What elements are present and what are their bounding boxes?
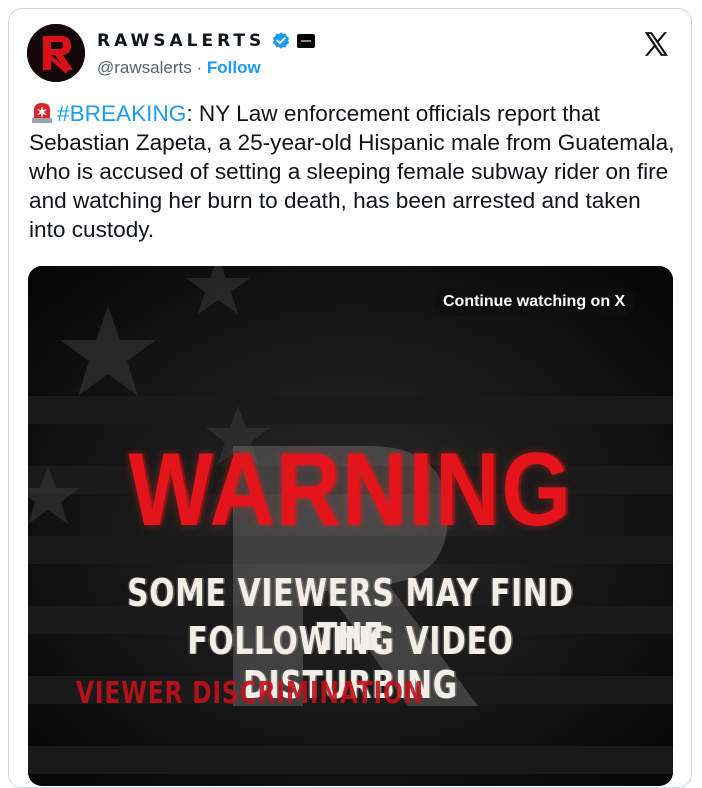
- video-player[interactable]: Continue watching on X WARNING SOME VIEW…: [28, 266, 673, 786]
- continue-watching-button[interactable]: Continue watching on X: [433, 288, 636, 316]
- warning-title: WARNING: [128, 432, 573, 548]
- tweet-card: RAWSALERTS @rawsalerts · Follow #BREAKIN…: [8, 8, 692, 788]
- verified-badge-icon: [273, 32, 290, 49]
- tweet-text: #BREAKING: NY Law enforcement officials …: [29, 99, 679, 244]
- author-handle-row: @rawsalerts · Follow: [97, 58, 261, 78]
- x-logo-icon[interactable]: [641, 29, 671, 59]
- author-display-name[interactable]: RAWSALERTS: [97, 31, 265, 51]
- author-name-row: RAWSALERTS: [97, 27, 316, 55]
- hashtag-breaking[interactable]: #BREAKING: [57, 101, 186, 126]
- raws-logo-icon: [27, 24, 85, 82]
- separator-dot: ·: [196, 58, 203, 77]
- warning-subtitle: VIEWER DISCRIMINATION: [76, 676, 425, 711]
- follow-button[interactable]: Follow: [207, 58, 261, 77]
- affiliate-badge-icon[interactable]: [297, 34, 316, 48]
- author-handle[interactable]: @rawsalerts: [97, 58, 192, 77]
- author-avatar[interactable]: [27, 24, 85, 82]
- siren-icon: [32, 103, 52, 123]
